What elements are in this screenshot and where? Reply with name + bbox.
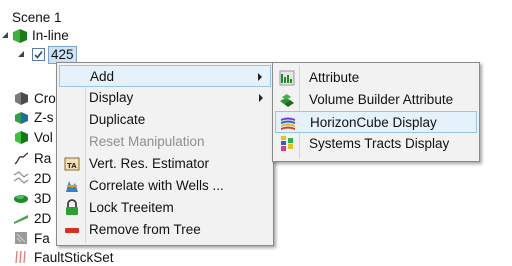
menu-item-remove-from-tree[interactable]: Remove from Tree [59, 219, 271, 241]
submenu-arrow-icon [258, 73, 262, 81]
menu-item-label: Add [90, 69, 115, 84]
submenu-item-label: Systems Tracts Display [309, 136, 450, 151]
tree-item-2d[interactable]: 2D [34, 171, 51, 187]
check-icon [34, 51, 43, 59]
tree-item-random-line[interactable]: Ra [34, 151, 51, 167]
3d-horizon-icon [14, 195, 28, 203]
menu-item-label: Reset Manipulation [89, 134, 205, 149]
menu-item-label: Vert. Res. Estimator [89, 156, 210, 171]
random-line-icon [14, 152, 29, 165]
attribute-icon [279, 70, 295, 86]
tree-item-3d-horizon[interactable]: 3D [34, 191, 51, 207]
menu-item-vert-res-estimator[interactable]: TA Vert. Res. Estimator [59, 153, 271, 175]
menu-item-reset-manipulation: Reset Manipulation [59, 131, 271, 153]
submenu-arrow-icon [259, 94, 263, 102]
tree-item-z-slice[interactable]: Z-s [34, 110, 54, 126]
menu-item-lock-treeitem[interactable]: Lock Treeitem [59, 197, 271, 219]
crossline-icon [15, 92, 28, 105]
menu-item-label: Duplicate [89, 112, 146, 127]
submenu-item-volume-builder-attribute[interactable]: Volume Builder Attribute [275, 89, 477, 111]
fault-icon [15, 232, 27, 244]
menu-item-display[interactable]: Display [59, 87, 271, 109]
tree-item-crossline[interactable]: Cro [34, 91, 56, 107]
submenu-item-label: Attribute [309, 70, 360, 85]
add-submenu: Attribute Volume Builder Attribute Horiz… [272, 62, 480, 162]
volume-builder-icon [280, 94, 294, 107]
correlate-wells-icon [66, 181, 78, 192]
menu-item-label: Remove from Tree [89, 222, 201, 237]
vert-res-estimator-icon: TA [64, 157, 80, 171]
z-slice-icon [15, 112, 28, 124]
tree-item-2d-horizon[interactable]: 2D [34, 211, 51, 227]
menu-item-correlate-with-wells[interactable]: Correlate with Wells ... [59, 175, 271, 197]
menu-item-label: Display [89, 90, 134, 105]
2d-line-icon [13, 171, 29, 184]
remove-icon [65, 228, 79, 233]
menu-item-label: Lock Treeitem [89, 200, 174, 215]
item-checkbox[interactable] [32, 48, 45, 61]
expand-arrow-icon[interactable] [18, 51, 26, 59]
submenu-item-systems-tracts-display[interactable]: Systems Tracts Display [275, 133, 477, 155]
submenu-item-attribute[interactable]: Attribute [275, 67, 477, 89]
submenu-item-horizoncube-display[interactable]: HorizonCube Display [275, 111, 477, 133]
submenu-item-label: Volume Builder Attribute [309, 92, 454, 107]
horizoncube-icon [281, 117, 295, 130]
lock-icon [66, 199, 78, 215]
tree-item-scene-1[interactable]: Scene 1 [12, 10, 62, 26]
systems-tracts-icon [281, 136, 293, 151]
tree-item-fault[interactable]: Fa [34, 231, 50, 247]
tree-item-volume[interactable]: Vol [34, 130, 53, 146]
inline-icon [13, 29, 27, 43]
submenu-item-label: HorizonCube Display [310, 115, 437, 130]
tree-item-in-line[interactable]: In-line [32, 28, 69, 44]
2d-horizon-icon [14, 215, 28, 224]
menu-item-add[interactable]: Add [59, 65, 271, 87]
volume-icon [15, 131, 28, 144]
menu-item-label: Correlate with Wells ... [89, 178, 224, 193]
context-menu: Add Display Duplicate Reset Manipulation… [56, 62, 274, 246]
svg-text:TA: TA [67, 162, 77, 170]
expand-arrow-icon[interactable] [2, 32, 10, 40]
menu-item-duplicate[interactable]: Duplicate [59, 109, 271, 131]
fault-stick-set-icon [15, 250, 26, 264]
